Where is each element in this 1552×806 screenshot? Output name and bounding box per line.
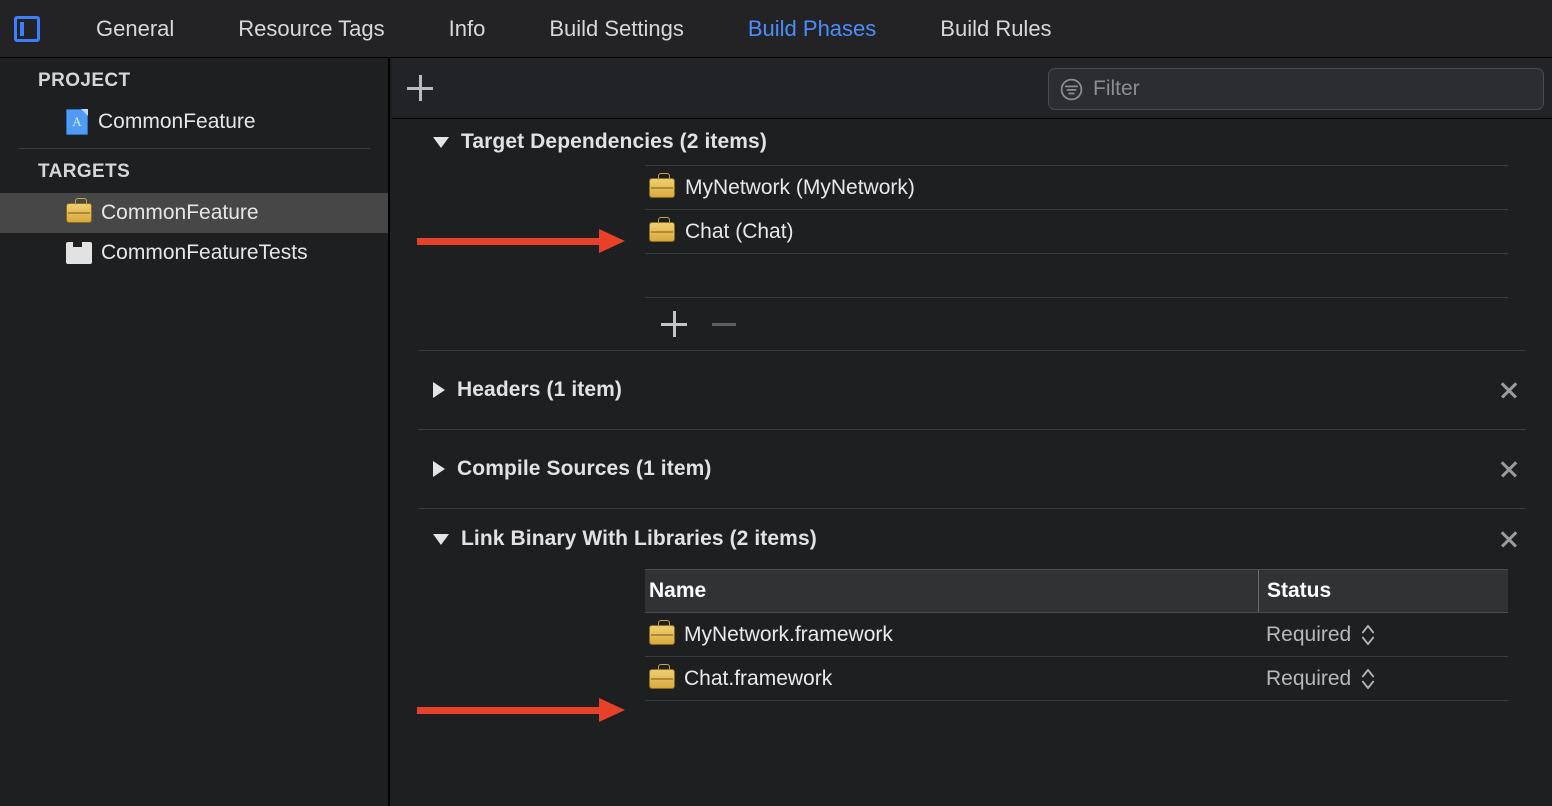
- dependency-target: (Chat): [735, 219, 794, 243]
- framework-name: Chat.framework: [684, 666, 833, 690]
- phase-title: Compile Sources (1 item): [457, 457, 712, 480]
- xcode-project-icon: [66, 109, 88, 135]
- tab-build-rules[interactable]: Build Rules: [908, 0, 1083, 58]
- phase-title: Headers (1 item): [457, 378, 622, 401]
- tab-list: General Resource Tags Info Build Setting…: [54, 0, 1084, 57]
- arrow-to-target-dependencies: [417, 229, 625, 253]
- phase-title: Link Binary With Libraries (2 items): [461, 527, 817, 550]
- chevron-updown-icon[interactable]: [1360, 622, 1376, 648]
- table-header-row: Name Status: [645, 569, 1508, 613]
- sidebar-item-project-commonfeature[interactable]: CommonFeature: [0, 102, 388, 142]
- phase-compile-sources: Compile Sources (1 item): [392, 430, 1552, 509]
- project-targets-sidebar: PROJECT CommonFeature TARGETS CommonFeat…: [0, 58, 390, 806]
- list-item-empty[interactable]: [645, 253, 1508, 297]
- sidebar-item-target-commonfeature[interactable]: CommonFeature: [0, 193, 388, 233]
- tab-general[interactable]: General: [54, 0, 206, 58]
- arrow-to-linked-frameworks: [417, 698, 625, 722]
- remove-dependency-button[interactable]: [710, 310, 738, 338]
- list-item[interactable]: MyNetwork (MyNetwork): [645, 165, 1508, 209]
- framework-status-cell[interactable]: Required: [1258, 622, 1508, 648]
- framework-status-cell[interactable]: Required: [1258, 666, 1508, 692]
- framework-toolbox-icon: [66, 198, 92, 223]
- remove-phase-button[interactable]: [1499, 459, 1519, 479]
- dependency-name: Chat: [685, 219, 730, 243]
- table-row[interactable]: MyNetwork.framework Required: [645, 613, 1508, 657]
- list-item[interactable]: Chat (Chat): [645, 209, 1508, 253]
- editor-tab-bar: General Resource Tags Info Build Setting…: [0, 0, 1552, 58]
- remove-phase-button[interactable]: [1499, 380, 1519, 400]
- dependency-name: MyNetwork: [685, 175, 791, 199]
- phase-link-binary-with-libraries: Link Binary With Libraries (2 items) Nam…: [392, 509, 1552, 701]
- linked-frameworks-table: Name Status MyNetwork.framework Required: [645, 569, 1508, 701]
- build-phases-toolbar: Filter: [392, 58, 1552, 119]
- phase-header-headers[interactable]: Headers (1 item): [392, 351, 1552, 429]
- sidebar-group-targets: TARGETS: [38, 161, 131, 182]
- status-value: Required: [1266, 622, 1352, 646]
- chevron-down-icon[interactable]: [433, 533, 449, 545]
- column-header-status[interactable]: Status: [1258, 570, 1508, 612]
- tab-info[interactable]: Info: [417, 0, 518, 58]
- editor-layout-icon[interactable]: [14, 15, 40, 42]
- phase-header-target-dependencies[interactable]: Target Dependencies (2 items): [392, 119, 1552, 165]
- phase-title: Target Dependencies (2 items): [461, 130, 767, 153]
- tab-resource-tags[interactable]: Resource Tags: [206, 0, 416, 58]
- framework-toolbox-icon: [649, 663, 675, 689]
- sidebar-group-project: PROJECT: [38, 70, 131, 91]
- build-phases-pane: Filter Target Dependencies (2 items) MyN…: [392, 58, 1552, 806]
- framework-toolbox-icon: [649, 172, 675, 198]
- remove-phase-button[interactable]: [1499, 529, 1519, 549]
- tab-build-settings[interactable]: Build Settings: [517, 0, 716, 58]
- phase-headers: Headers (1 item): [392, 351, 1552, 430]
- phase-header-link-binary[interactable]: Link Binary With Libraries (2 items): [392, 509, 1552, 569]
- filter-placeholder: Filter: [1093, 77, 1140, 100]
- status-value: Required: [1266, 666, 1352, 690]
- column-header-name[interactable]: Name: [645, 570, 1258, 612]
- sidebar-item-label: CommonFeatureTests: [101, 241, 308, 264]
- framework-toolbox-icon: [649, 216, 675, 242]
- framework-name-cell: MyNetwork.framework: [645, 619, 1258, 647]
- dependency-target: (MyNetwork): [795, 175, 915, 199]
- sidebar-item-target-commonfeaturetests[interactable]: CommonFeatureTests: [0, 233, 388, 273]
- framework-name-cell: Chat.framework: [645, 663, 1258, 691]
- tab-build-phases[interactable]: Build Phases: [716, 0, 908, 58]
- filter-field[interactable]: Filter: [1048, 68, 1544, 110]
- filter-circle-icon: [1060, 78, 1083, 100]
- chevron-right-icon[interactable]: [433, 461, 445, 477]
- add-dependency-button[interactable]: [660, 310, 688, 338]
- chevron-updown-icon[interactable]: [1360, 666, 1376, 692]
- chevron-down-icon[interactable]: [433, 136, 449, 148]
- add-build-phase-button[interactable]: [403, 71, 437, 105]
- framework-toolbox-icon: [649, 619, 675, 645]
- sidebar-item-label: CommonFeature: [101, 201, 259, 224]
- phase-header-compile-sources[interactable]: Compile Sources (1 item): [392, 430, 1552, 508]
- framework-name: MyNetwork.framework: [684, 622, 893, 646]
- table-row[interactable]: Chat.framework Required: [645, 657, 1508, 701]
- sidebar-item-label: CommonFeature: [98, 110, 256, 133]
- target-dependencies-list: MyNetwork (MyNetwork) Chat (Chat): [645, 165, 1508, 298]
- unit-test-bundle-icon: [66, 242, 92, 264]
- chevron-right-icon[interactable]: [433, 382, 445, 398]
- dependency-add-remove-bar: [645, 298, 1508, 350]
